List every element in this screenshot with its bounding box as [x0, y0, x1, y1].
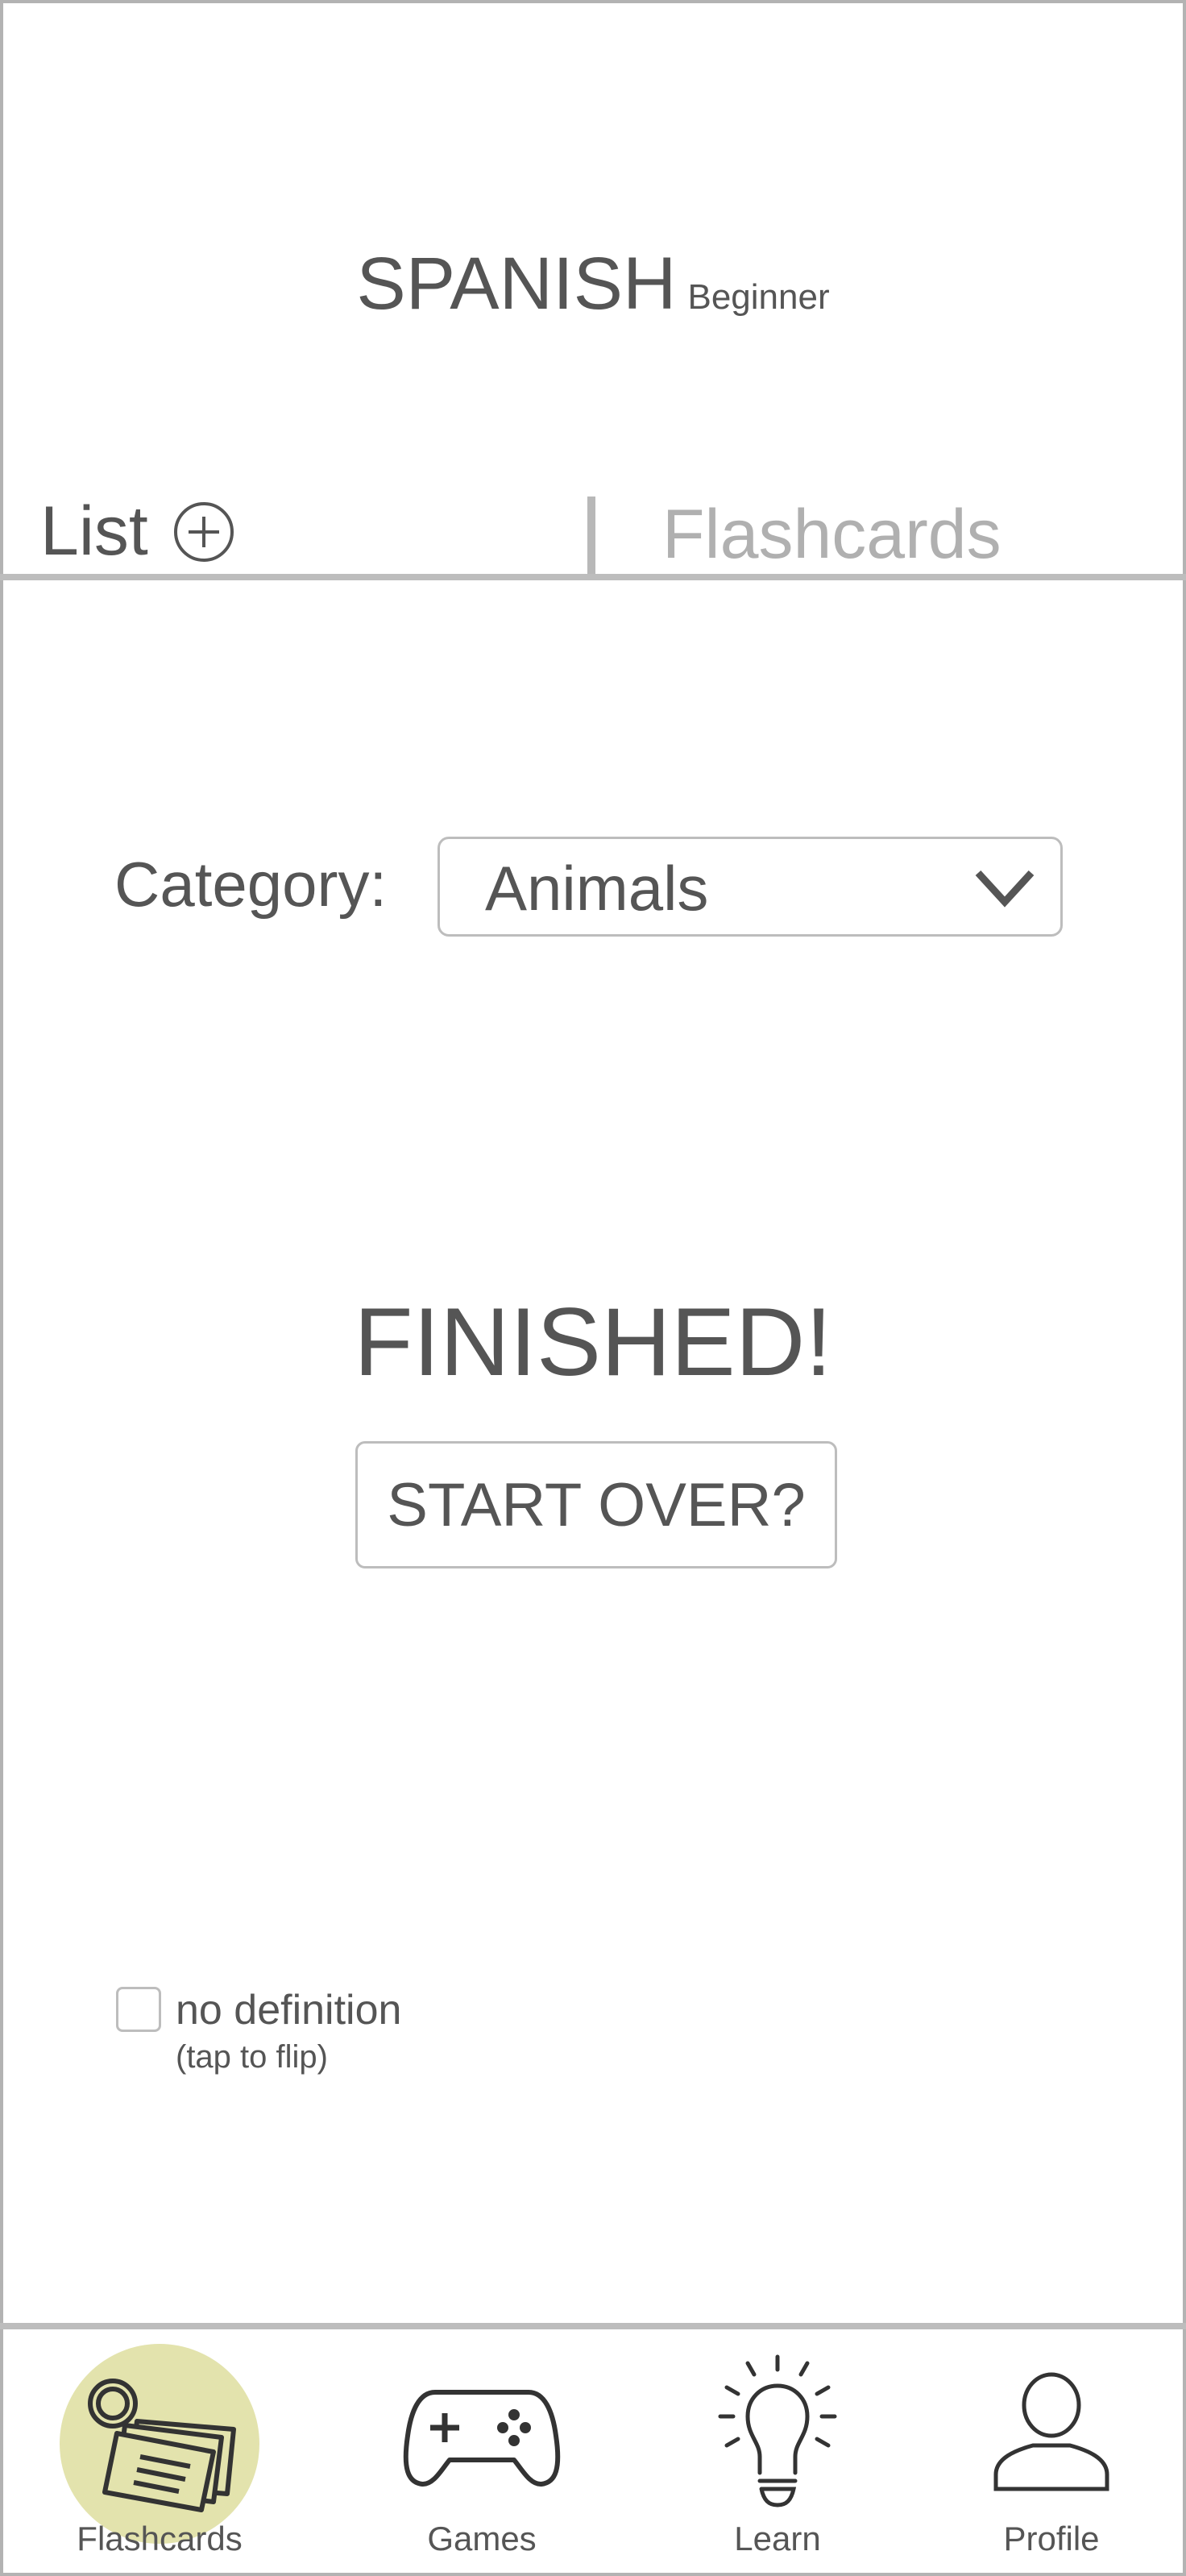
no-definition-checkbox[interactable]: [116, 1987, 161, 2032]
no-definition-label: no definition: [176, 1987, 402, 2034]
nav-flashcards-label: Flashcards: [77, 2520, 243, 2557]
nav-flashcards[interactable]: Flashcards: [48, 2337, 271, 2571]
gamepad-icon: [403, 2390, 561, 2487]
nav-games[interactable]: Games: [377, 2337, 587, 2571]
lightbulb-icon: [718, 2354, 837, 2507]
category-dropdown[interactable]: Animals: [437, 837, 1063, 937]
add-circle-icon[interactable]: [172, 501, 235, 563]
nav-profile[interactable]: Profile: [951, 2337, 1152, 2571]
category-label: Category:: [114, 849, 388, 920]
nav-games-label: Games: [427, 2520, 537, 2557]
level-subtitle: Beginner: [687, 277, 830, 317]
category-selected-value: Animals: [485, 853, 709, 924]
finished-message: FINISHED!: [354, 1288, 832, 1396]
nav-profile-label: Profile: [1003, 2520, 1100, 2557]
page-title: SPANISH Beginner: [0, 242, 1186, 326]
start-over-button[interactable]: START OVER?: [355, 1441, 837, 1568]
flashcards-icon: [88, 2379, 236, 2512]
chevron-down-icon: [973, 863, 1036, 912]
tab-divider: [587, 497, 595, 577]
nav-learn[interactable]: Learn: [677, 2337, 878, 2571]
user-icon: [993, 2372, 1109, 2491]
bottom-nav-divider: [0, 2323, 1186, 2329]
nav-learn-label: Learn: [734, 2520, 821, 2557]
tab-flashcards[interactable]: Flashcards: [662, 495, 1001, 575]
tabs-underline: [0, 574, 1186, 580]
tap-to-flip-hint: (tap to flip): [176, 2039, 328, 2075]
tab-bar: List Flashcards: [0, 484, 1186, 580]
language-title: SPANISH: [356, 243, 677, 325]
tab-list-label: List: [40, 492, 148, 570]
tab-list[interactable]: List: [40, 492, 235, 571]
